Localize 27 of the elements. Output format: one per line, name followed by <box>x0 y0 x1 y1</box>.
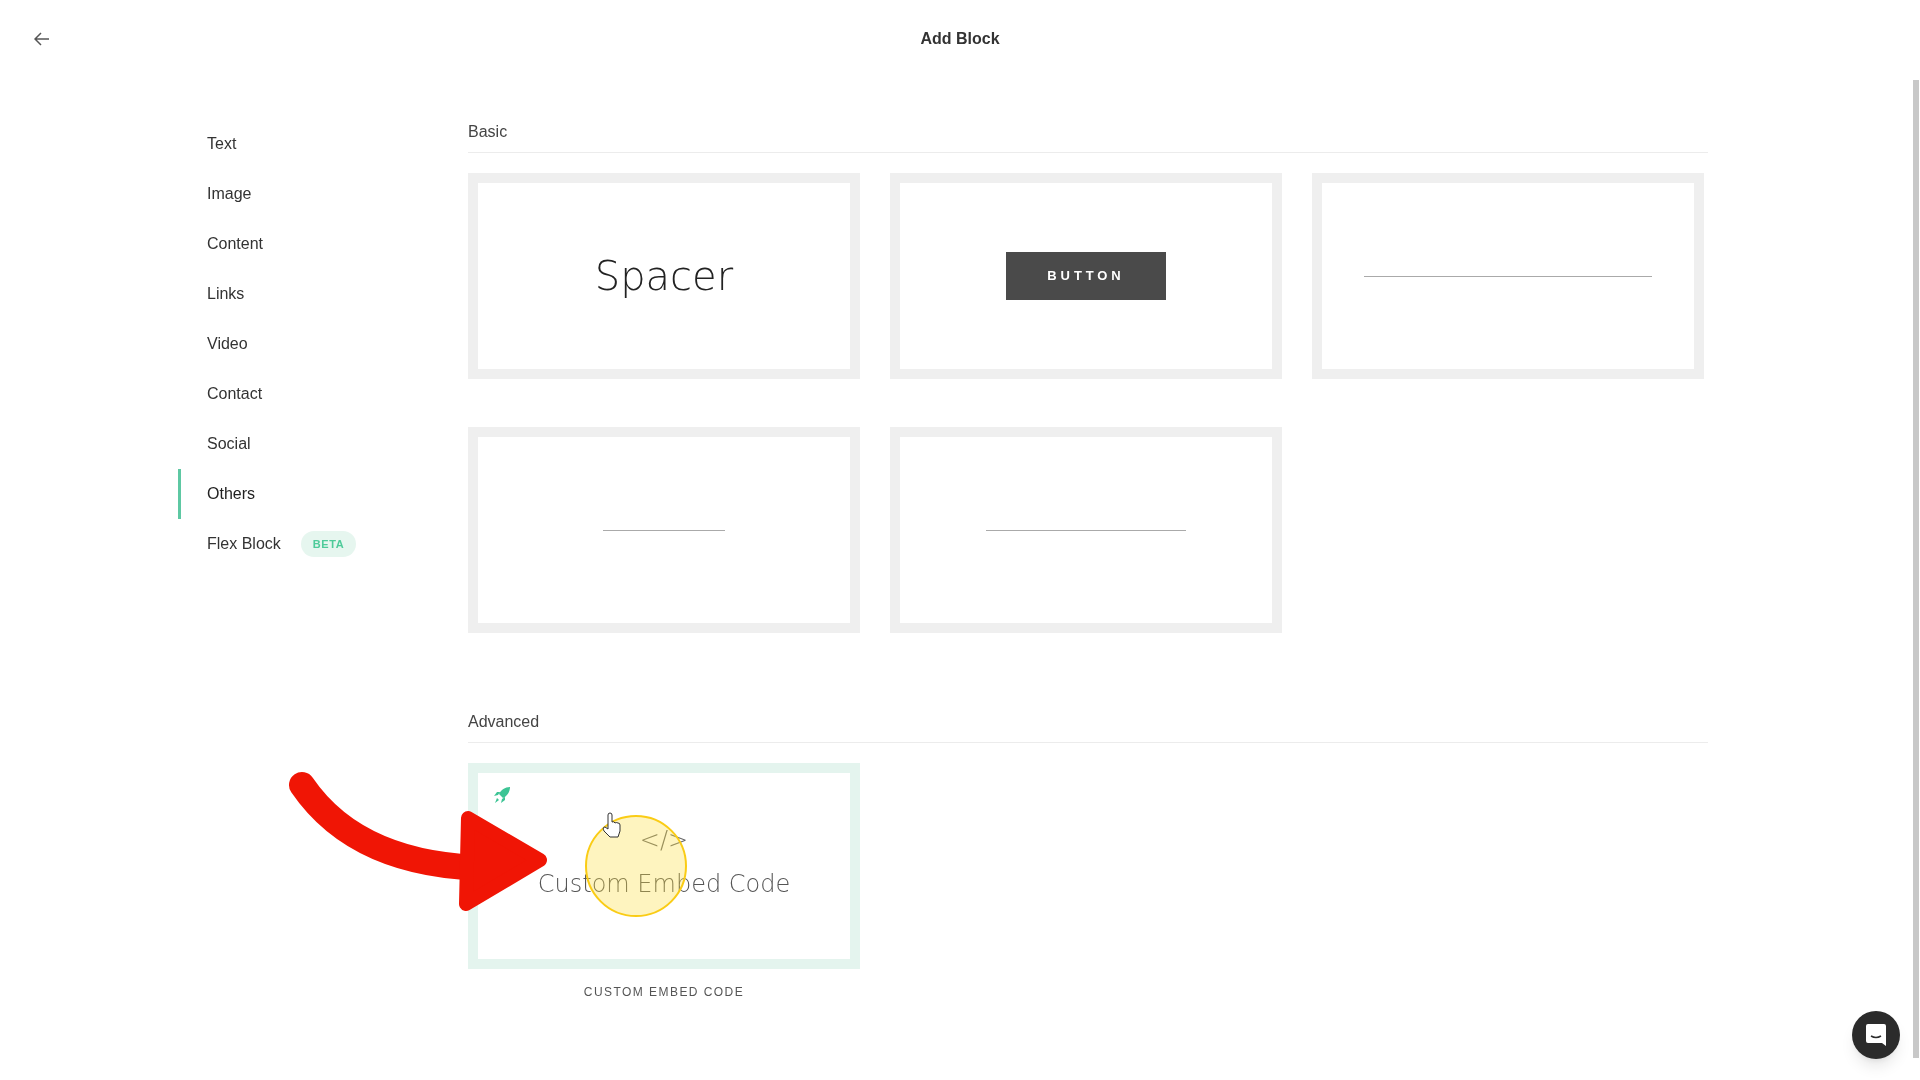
hand-cursor-icon <box>602 812 621 838</box>
block-card[interactable] <box>1312 173 1704 379</box>
sidebar-item[interactable]: Contact <box>207 382 263 406</box>
beta-badge: BETA <box>300 531 357 557</box>
block-card[interactable] <box>890 427 1282 633</box>
block-card[interactable]: Spacer <box>468 173 860 379</box>
block-caption: CUSTOM EMBED CODE <box>583 984 745 1001</box>
scrollbar[interactable] <box>1913 80 1919 1058</box>
sidebar-item[interactable]: Links <box>207 282 245 306</box>
chat-button[interactable] <box>1852 1011 1900 1059</box>
sidebar-item[interactable]: Flex Block <box>207 532 281 556</box>
sidebar-item[interactable]: Text <box>207 132 237 156</box>
sidebar-item[interactable]: Video <box>207 332 248 356</box>
section-title: Basic <box>468 123 508 140</box>
block-preview-text: Spacer <box>594 252 734 301</box>
rocket-icon <box>492 785 512 805</box>
block-card[interactable]: BUTTON <box>890 173 1282 379</box>
button-preview: BUTTON <box>1006 252 1166 300</box>
sidebar-item[interactable]: Image <box>207 182 252 206</box>
page-title: Add Block <box>920 29 1000 49</box>
sidebar-item[interactable]: Others <box>207 482 255 506</box>
sidebar-item[interactable]: Content <box>207 232 264 256</box>
sidebar-item[interactable]: Social <box>207 432 251 456</box>
chat-icon <box>1866 1024 1886 1046</box>
section-title: Advanced <box>468 713 540 730</box>
block-card[interactable] <box>468 427 860 633</box>
back-icon[interactable] <box>34 32 50 46</box>
